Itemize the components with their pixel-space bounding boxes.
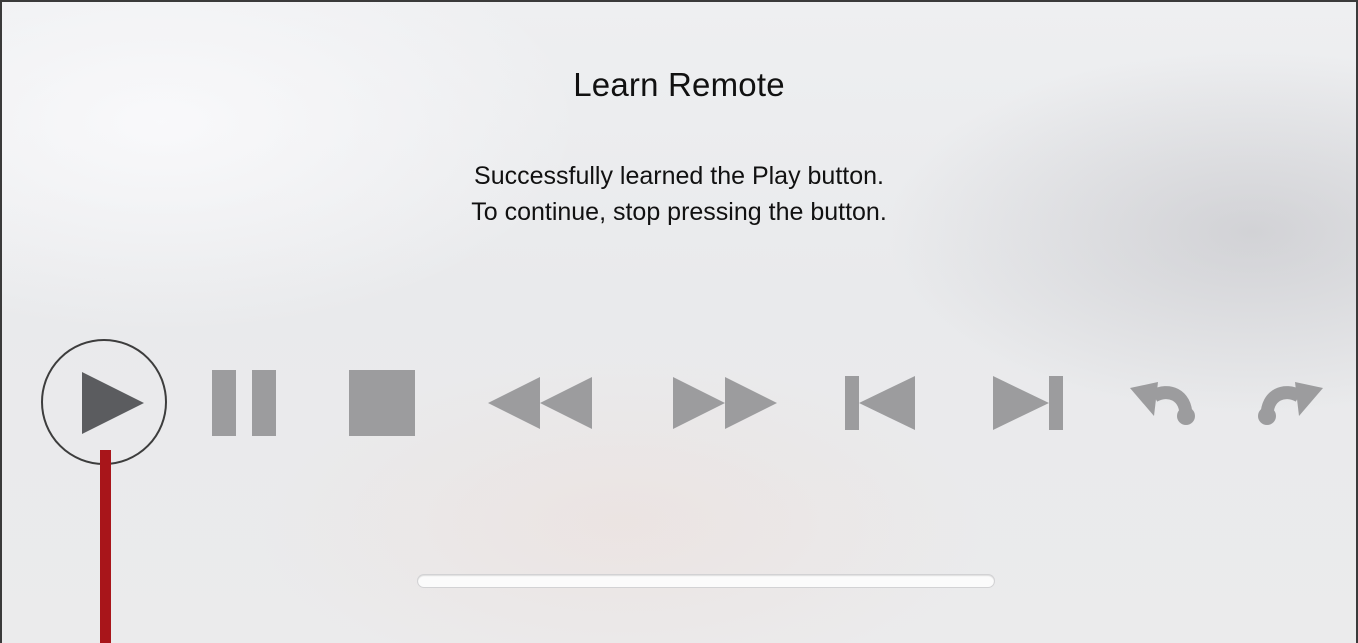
rewind-icon[interactable] (488, 377, 592, 429)
remote-button-row (2, 2, 1356, 643)
learn-remote-screen: Learn Remote Successfully learned the Pl… (0, 0, 1358, 643)
callout-line (100, 450, 111, 643)
pause-icon[interactable] (212, 370, 276, 436)
undo-icon[interactable] (1128, 380, 1198, 426)
skip-back-icon[interactable] (845, 376, 915, 430)
skip-forward-icon[interactable] (993, 376, 1063, 430)
redo-icon[interactable] (1255, 380, 1325, 426)
stop-icon[interactable] (349, 370, 415, 436)
play-icon[interactable] (80, 370, 146, 436)
fast-forward-icon[interactable] (673, 377, 777, 429)
progress-bar (418, 575, 994, 587)
